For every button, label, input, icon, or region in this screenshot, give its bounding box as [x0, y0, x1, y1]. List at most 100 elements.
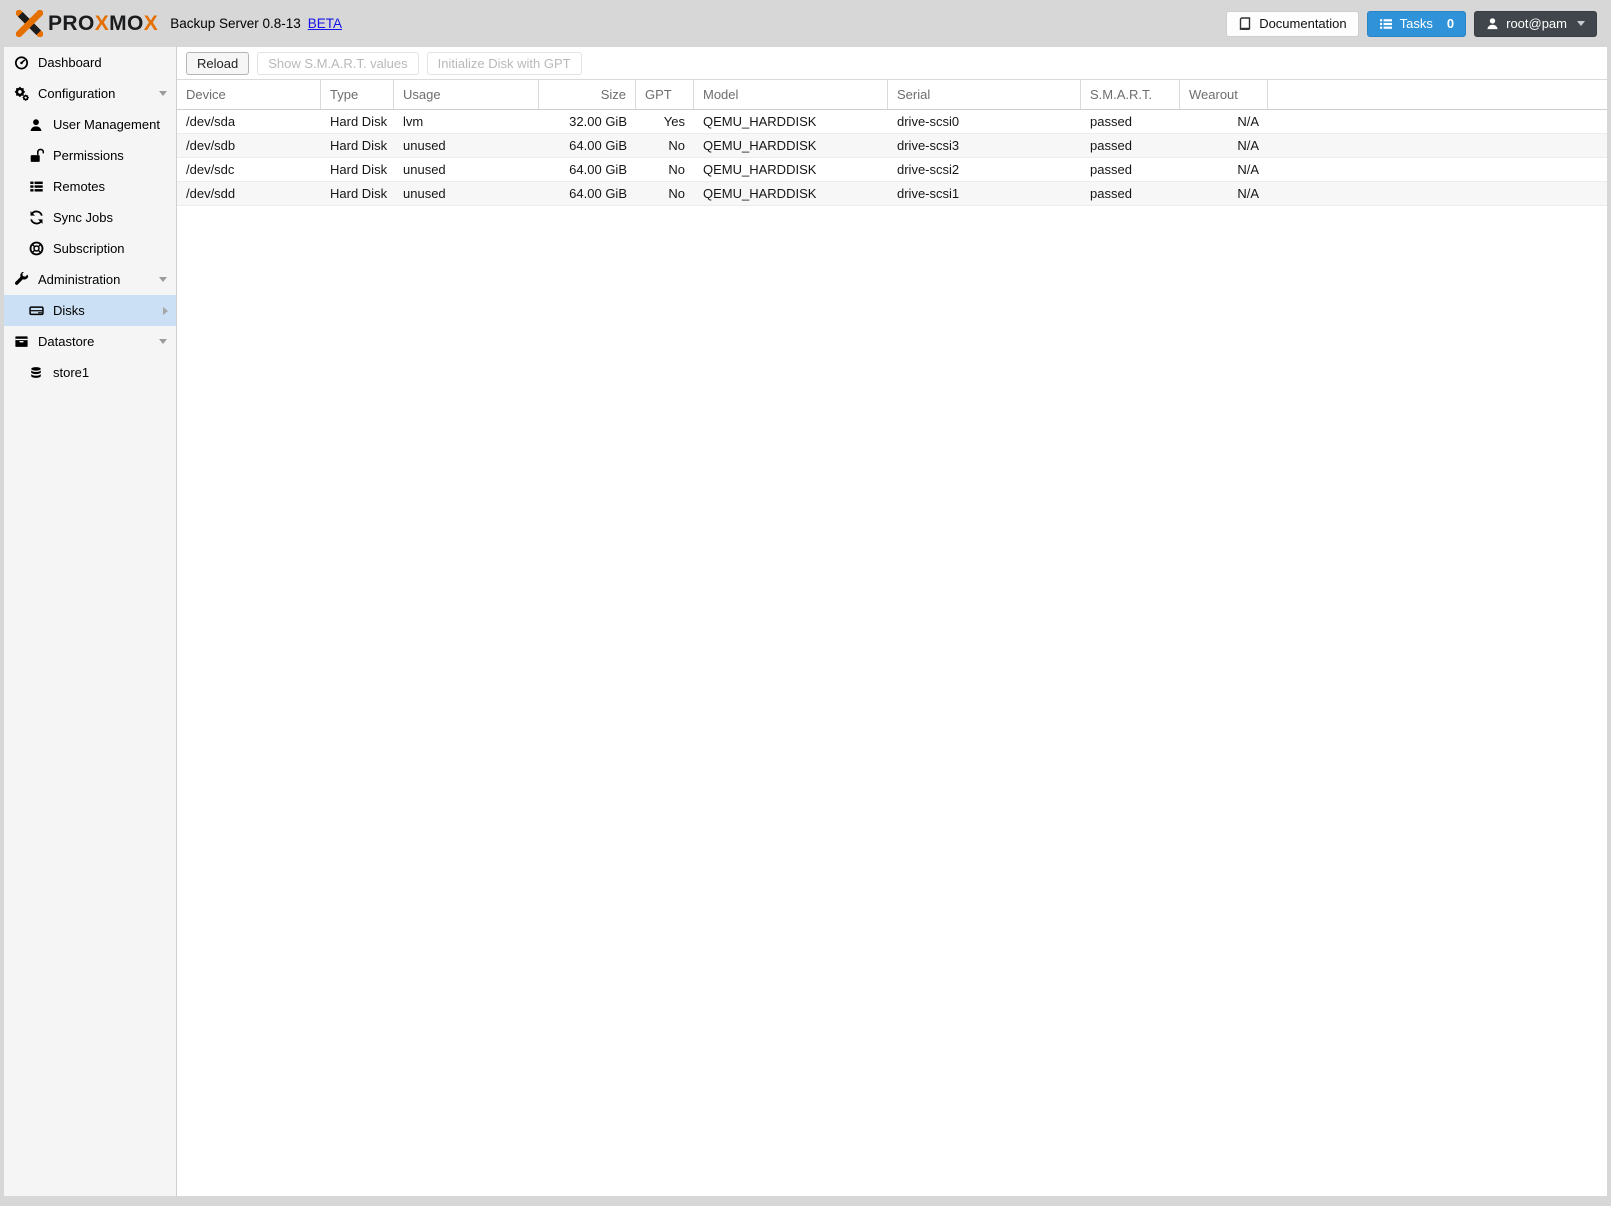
- reload-button[interactable]: Reload: [186, 51, 250, 75]
- cell-filler: [1268, 134, 1607, 157]
- table-row[interactable]: /dev/sdc Hard Disk unused 64.00 GiB No Q…: [177, 158, 1607, 182]
- sidebar-item-user-management[interactable]: User Management: [4, 109, 176, 140]
- sidebar-item-label: Subscription: [53, 241, 125, 256]
- cell-type: Hard Disk: [330, 186, 388, 201]
- cell-filler: [1268, 110, 1607, 133]
- sidebar-item-label: User Management: [53, 117, 160, 132]
- disks-panel: Reload Show S.M.A.R.T. values Initialize…: [177, 47, 1607, 1196]
- column-header-model[interactable]: Model: [694, 80, 888, 109]
- cell-gpt: Yes: [663, 114, 685, 129]
- cell-gpt: No: [668, 162, 685, 177]
- cell-model: QEMU_HARDDISK: [703, 114, 817, 129]
- sidebar-item-label: Configuration: [38, 86, 116, 101]
- user-label: root@pam: [1506, 16, 1567, 31]
- tasks-label: Tasks: [1399, 16, 1433, 31]
- cell-gpt: No: [668, 186, 685, 201]
- cell-filler: [1268, 158, 1607, 181]
- cell-wearout: N/A: [1237, 186, 1259, 201]
- cell-device: /dev/sdc: [186, 162, 235, 177]
- list-icon: [28, 179, 44, 194]
- sidebar-item-subscription[interactable]: Subscription: [4, 233, 176, 264]
- column-header-smart[interactable]: S.M.A.R.T.: [1081, 80, 1180, 109]
- hdd-icon: [28, 303, 44, 318]
- dashboard-icon: [13, 55, 29, 70]
- cell-type: Hard Disk: [330, 162, 388, 177]
- cell-usage: unused: [403, 162, 446, 177]
- sidebar-item-dashboard[interactable]: Dashboard: [4, 47, 176, 78]
- sidebar-item-sync-jobs[interactable]: Sync Jobs: [4, 202, 176, 233]
- cell-smart: passed: [1090, 162, 1132, 177]
- cell-filler: [1268, 182, 1607, 205]
- cell-smart: passed: [1090, 138, 1132, 153]
- initialize-disk-gpt-button[interactable]: Initialize Disk with GPT: [426, 51, 582, 75]
- app-body: Dashboard Configuration User Management: [4, 47, 1607, 1196]
- cell-size: 64.00 GiB: [569, 162, 627, 177]
- sidebar-item-label: store1: [53, 365, 90, 380]
- cell-device: /dev/sdb: [186, 138, 236, 153]
- sidebar-item-configuration[interactable]: Configuration: [4, 78, 176, 109]
- chevron-down-icon: [1577, 21, 1585, 26]
- cell-wearout: N/A: [1237, 114, 1259, 129]
- sidebar-item-disks[interactable]: Disks: [4, 295, 176, 326]
- column-header-usage[interactable]: Usage: [394, 80, 539, 109]
- sidebar-item-datastore[interactable]: Datastore: [4, 326, 176, 357]
- disks-toolbar: Reload Show S.M.A.R.T. values Initialize…: [177, 47, 1607, 80]
- cell-serial: drive-scsi1: [897, 186, 960, 201]
- proxmox-logo: PROXMOX: [16, 10, 158, 37]
- unlock-icon: [28, 148, 44, 163]
- database-icon: [28, 366, 44, 380]
- cell-usage: unused: [403, 138, 446, 153]
- cell-size: 64.00 GiB: [569, 138, 627, 153]
- cell-device: /dev/sdd: [186, 186, 236, 201]
- column-header-size[interactable]: Size: [539, 80, 636, 109]
- column-header-serial[interactable]: Serial: [888, 80, 1081, 109]
- beta-link[interactable]: BETA: [308, 16, 342, 31]
- table-row[interactable]: /dev/sdd Hard Disk unused 64.00 GiB No Q…: [177, 182, 1607, 206]
- sidebar-item-label: Disks: [53, 303, 85, 318]
- cell-model: QEMU_HARDDISK: [703, 138, 817, 153]
- column-header-type[interactable]: Type: [321, 80, 394, 109]
- cell-type: Hard Disk: [330, 114, 388, 129]
- proxmox-x-mark-icon: [16, 10, 43, 37]
- documentation-button[interactable]: Documentation: [1226, 10, 1359, 37]
- column-header-wearout[interactable]: Wearout: [1180, 80, 1268, 109]
- cell-wearout: N/A: [1237, 138, 1259, 153]
- sidebar-item-label: Administration: [38, 272, 121, 287]
- table-row[interactable]: /dev/sdb Hard Disk unused 64.00 GiB No Q…: [177, 134, 1607, 158]
- sidebar-item-permissions[interactable]: Permissions: [4, 140, 176, 171]
- sidebar-item-label: Dashboard: [38, 55, 102, 70]
- cogs-icon: [13, 86, 29, 101]
- tasks-button[interactable]: Tasks 0: [1366, 10, 1467, 37]
- proxmox-wordmark: PROXMOX: [48, 11, 159, 35]
- chevron-right-icon: [163, 306, 168, 315]
- cell-serial: drive-scsi0: [897, 114, 960, 129]
- cell-usage: unused: [403, 186, 446, 201]
- task-list-icon: [1379, 17, 1393, 31]
- chevron-down-icon: [159, 277, 167, 282]
- life-ring-icon: [28, 241, 44, 256]
- top-header-bar: PROXMOX Backup Server 0.8-13 BETA Docume…: [0, 0, 1611, 47]
- archive-icon: [13, 334, 29, 349]
- cell-usage: lvm: [403, 114, 424, 129]
- header-actions: Documentation Tasks 0 root@pam: [1226, 10, 1597, 37]
- user-menu-button[interactable]: root@pam: [1474, 10, 1597, 37]
- show-smart-values-button[interactable]: Show S.M.A.R.T. values: [257, 51, 419, 75]
- cell-serial: drive-scsi3: [897, 138, 960, 153]
- chevron-down-icon: [159, 339, 167, 344]
- sidebar-item-administration[interactable]: Administration: [4, 264, 176, 295]
- sidebar-item-label: Sync Jobs: [53, 210, 113, 225]
- wrench-icon: [13, 272, 29, 287]
- sidebar-item-remotes[interactable]: Remotes: [4, 171, 176, 202]
- column-header-device[interactable]: Device: [177, 80, 321, 109]
- sync-icon: [28, 210, 44, 225]
- cell-serial: drive-scsi2: [897, 162, 960, 177]
- column-header-gpt[interactable]: GPT: [636, 80, 694, 109]
- sidebar-nav: Dashboard Configuration User Management: [4, 47, 177, 1196]
- cell-wearout: N/A: [1237, 162, 1259, 177]
- sidebar-item-store1[interactable]: store1: [4, 357, 176, 388]
- disks-table-body: /dev/sda Hard Disk lvm 32.00 GiB Yes QEM…: [177, 110, 1607, 206]
- cell-smart: passed: [1090, 114, 1132, 129]
- disks-table-header: Device Type Usage Size GPT Model Serial …: [177, 80, 1607, 110]
- table-row[interactable]: /dev/sda Hard Disk lvm 32.00 GiB Yes QEM…: [177, 110, 1607, 134]
- documentation-label: Documentation: [1259, 16, 1347, 31]
